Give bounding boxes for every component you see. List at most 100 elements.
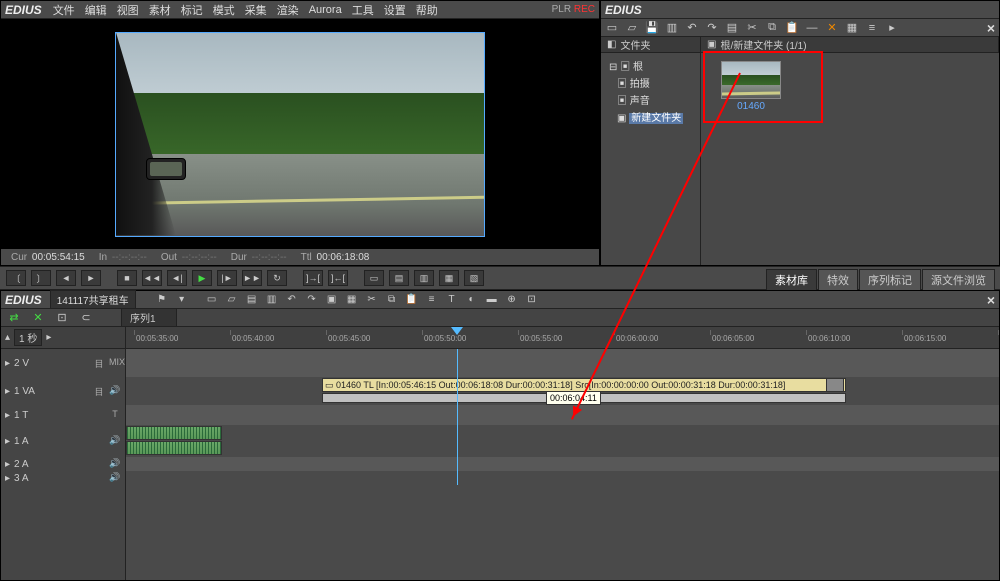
track-lane-3-A[interactable] <box>126 471 999 485</box>
track-lane-1-A[interactable] <box>126 425 999 457</box>
t5-icon[interactable]: ↶ <box>284 293 300 307</box>
cut-icon[interactable]: ✂ <box>745 21 759 35</box>
new-project-icon[interactable]: ▭ <box>605 21 619 35</box>
time-ruler[interactable]: 00:05:35:0000:05:40:0000:05:45:0000:05:5… <box>126 327 999 349</box>
tree-node-newfolder[interactable]: ▣ 新建文件夹 <box>605 108 696 125</box>
close-timeline-icon[interactable]: × <box>987 292 995 308</box>
menu-marker[interactable]: 标记 <box>181 2 203 18</box>
track-head-1-VA[interactable]: ▸1 VA目🔊 <box>1 377 126 405</box>
menu-capture[interactable]: 采集 <box>245 2 267 18</box>
line-icon[interactable]: — <box>805 21 819 35</box>
rewind-button[interactable]: ◄◄ <box>142 270 162 286</box>
track-lane-1-T[interactable] <box>126 405 999 425</box>
undo-icon[interactable]: ↶ <box>685 21 699 35</box>
t3-icon[interactable]: ▤ <box>244 293 260 307</box>
set-out-button[interactable]: 〕 <box>31 270 51 286</box>
layout-icon[interactable]: ▥ <box>665 21 679 35</box>
btn-c[interactable]: ▥ <box>414 270 434 286</box>
paste-icon[interactable]: 📋 <box>785 21 799 35</box>
menu-aurora[interactable]: Aurora <box>309 4 342 16</box>
menu-clip[interactable]: 素材 <box>149 2 171 18</box>
t2-icon[interactable]: ▱ <box>224 293 240 307</box>
tab-markers[interactable]: 序列标记 <box>859 269 921 290</box>
btn-a[interactable]: ▭ <box>364 270 384 286</box>
preview-monitor[interactable] <box>1 19 599 249</box>
copy-icon[interactable]: ⧉ <box>765 21 779 35</box>
t4-icon[interactable]: ▥ <box>264 293 280 307</box>
track-lane-2-V[interactable] <box>126 349 999 377</box>
t10-icon[interactable]: ⧉ <box>384 293 400 307</box>
grid-icon[interactable]: ▦ <box>845 21 859 35</box>
track-head-1-T[interactable]: ▸1 TT <box>1 405 126 425</box>
tool-icon[interactable]: ▤ <box>725 21 739 35</box>
btn-b[interactable]: ▤ <box>389 270 409 286</box>
overwrite-button[interactable]: ]←[ <box>328 270 348 286</box>
tree-node-shoot[interactable]: ▣ 拍摄 <box>605 74 696 91</box>
timeline-tracks[interactable]: 00:05:35:0000:05:40:0000:05:45:0000:05:5… <box>126 327 999 580</box>
t16-icon[interactable]: ⊡ <box>524 293 540 307</box>
open-icon[interactable]: ▱ <box>625 21 639 35</box>
btn-e[interactable]: ▧ <box>464 270 484 286</box>
track-head-1-A[interactable]: ▸1 A🔊 <box>1 425 126 457</box>
step-back-button[interactable]: ◄| <box>167 270 187 286</box>
text-tool-icon[interactable]: T <box>444 293 460 307</box>
track-lane-1-VA[interactable]: ▭ 01460 TL [In:00:05:46:15 Out:00:06:18:… <box>126 377 999 405</box>
col-path[interactable]: ▣根/新建文件夹 (1/1) <box>701 37 999 52</box>
bin-thumbnails[interactable]: 01460 <box>701 53 999 265</box>
tree-node-sound[interactable]: ▣ 声音 <box>605 91 696 108</box>
loop-button[interactable]: ↻ <box>267 270 287 286</box>
menu-view[interactable]: 视图 <box>117 2 139 18</box>
stop-button[interactable]: ■ <box>117 270 137 286</box>
menu-mode[interactable]: 模式 <box>213 2 235 18</box>
prev-edit-button[interactable]: ◄ <box>56 270 76 286</box>
mode-icon-3[interactable]: ⊡ <box>53 311 71 325</box>
save-icon[interactable]: 💾 <box>645 21 659 35</box>
audio-clip-2[interactable] <box>126 441 222 455</box>
menu-edit[interactable]: 编辑 <box>85 2 107 18</box>
t11-icon[interactable]: 📋 <box>404 293 420 307</box>
insert-button[interactable]: ]→[ <box>303 270 323 286</box>
redo-icon[interactable]: ↷ <box>705 21 719 35</box>
mode-icon-1[interactable]: ⇄ <box>5 311 23 325</box>
col-folder[interactable]: ◧文件夹 <box>601 37 701 52</box>
t7-icon[interactable]: ▣ <box>324 293 340 307</box>
track-head-2-V[interactable]: ▸2 V目MIX <box>1 349 126 377</box>
menu-help[interactable]: 帮助 <box>416 2 438 18</box>
close-icon[interactable]: × <box>987 20 995 36</box>
tab-bin[interactable]: 素材库 <box>766 269 817 290</box>
play-button[interactable]: ▶ <box>192 270 212 286</box>
track-lane-2-A[interactable] <box>126 457 999 471</box>
bin-tree[interactable]: ⊟ ▣ 根 ▣ 拍摄 ▣ 声音 ▣ 新建文件夹 <box>601 53 701 265</box>
t1-icon[interactable]: ▭ <box>204 293 220 307</box>
tree-root[interactable]: ⊟ ▣ 根 <box>605 57 696 74</box>
audio-clip-1[interactable] <box>126 426 222 440</box>
t14-icon[interactable]: ▬ <box>484 293 500 307</box>
menu-file[interactable]: 文件 <box>53 2 75 18</box>
tab-source[interactable]: 源文件浏览 <box>922 269 995 290</box>
track-head-3-A[interactable]: ▸3 A🔊 <box>1 471 126 485</box>
step-fwd-button[interactable]: |► <box>217 270 237 286</box>
dropdown-icon[interactable]: ▾ <box>174 293 190 307</box>
scale-selector[interactable]: ▴1 秒▸ <box>1 327 125 349</box>
next-edit-button[interactable]: ► <box>81 270 101 286</box>
t6-icon[interactable]: ↷ <box>304 293 320 307</box>
mode-icon-4[interactable]: ⊂ <box>77 311 95 325</box>
t15-icon[interactable]: ⊕ <box>504 293 520 307</box>
tab-fx[interactable]: 特效 <box>818 269 858 290</box>
set-in-button[interactable]: 〔 <box>6 270 26 286</box>
menu-render[interactable]: 渲染 <box>277 2 299 18</box>
sequence-tab[interactable]: 序列1 <box>121 308 177 327</box>
ffwd-button[interactable]: ►► <box>242 270 262 286</box>
delete-icon[interactable]: ✕ <box>825 21 839 35</box>
menu-tools[interactable]: 工具 <box>352 2 374 18</box>
list-icon[interactable]: ≡ <box>865 21 879 35</box>
mode-icon-2[interactable]: ✕ <box>29 311 47 325</box>
more-icon[interactable]: ▸ <box>885 21 899 35</box>
t9-icon[interactable]: ✂ <box>364 293 380 307</box>
clip-thumbnail[interactable]: 01460 <box>721 61 781 112</box>
flag-icon[interactable]: ⚑ <box>154 293 170 307</box>
btn-d[interactable]: ▦ <box>439 270 459 286</box>
t12-icon[interactable]: ≡ <box>424 293 440 307</box>
menu-settings[interactable]: 设置 <box>384 2 406 18</box>
t13-icon[interactable]: ◐ <box>464 293 480 307</box>
